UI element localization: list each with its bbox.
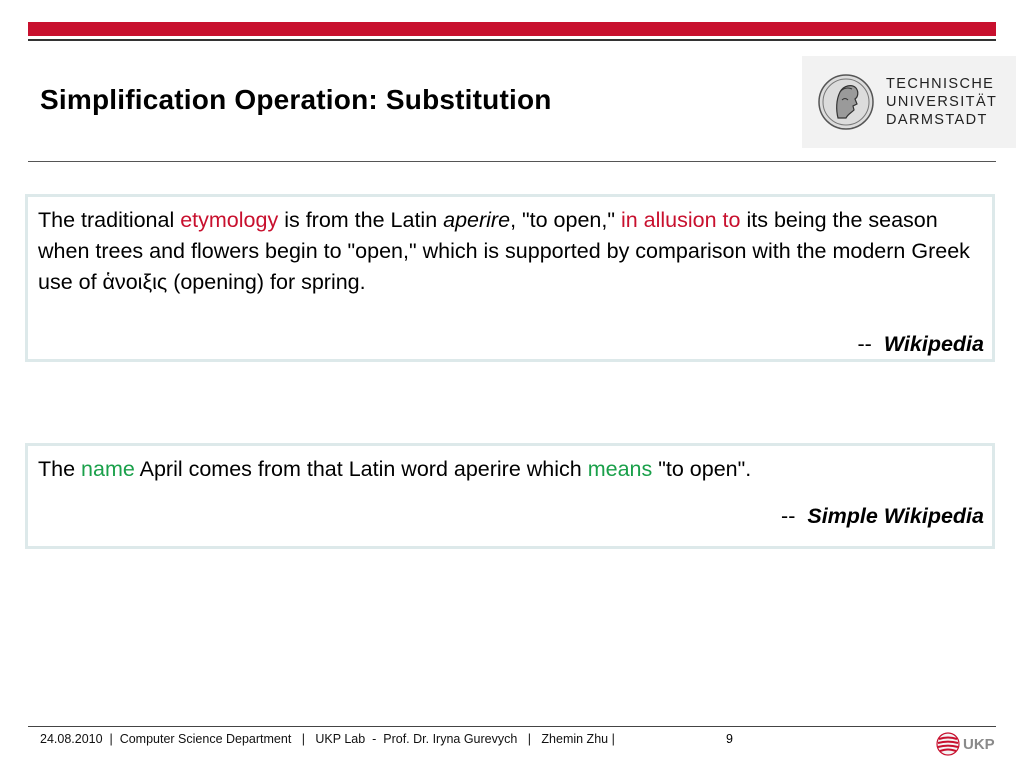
- quote-text: The traditional etymology is from the La…: [38, 208, 970, 294]
- quote-source: -- Simple Wikipedia: [781, 504, 984, 528]
- page-number: 9: [726, 732, 733, 746]
- source-name: Wikipedia: [883, 332, 984, 356]
- athena-head-icon: [818, 74, 874, 130]
- highlight-in-allusion-to: in allusion to: [620, 208, 741, 232]
- source-name: Simple Wikipedia: [807, 504, 984, 528]
- tu-darmstadt-logo: TECHNISCHE UNIVERSITÄT DARMSTADT: [802, 56, 1016, 148]
- highlight-name: name: [81, 457, 135, 481]
- footer-text: 24.08.2010 | Computer Science Department…: [40, 732, 615, 746]
- slide-title: Simplification Operation: Substitution: [40, 84, 552, 115]
- footer-rule: [28, 726, 996, 727]
- ukp-globe-icon: [936, 732, 960, 756]
- quote-text: The name April comes from that Latin wor…: [38, 457, 752, 481]
- ukp-logo: UKP: [936, 731, 995, 757]
- quote-box-wikipedia: The traditional etymology is from the La…: [25, 194, 995, 362]
- title-rule: [28, 161, 996, 162]
- header-rule: [28, 39, 996, 41]
- italic-aperire: aperire: [443, 208, 511, 232]
- highlight-means: means: [587, 457, 653, 481]
- ukp-label: UKP: [963, 735, 995, 753]
- quote-box-simple-wikipedia: The name April comes from that Latin wor…: [25, 443, 995, 549]
- university-name: TECHNISCHE UNIVERSITÄT DARMSTADT: [886, 76, 998, 128]
- header-red-bar: [28, 22, 996, 36]
- highlight-etymology: etymology: [180, 208, 279, 232]
- quote-source: -- Wikipedia: [857, 332, 985, 356]
